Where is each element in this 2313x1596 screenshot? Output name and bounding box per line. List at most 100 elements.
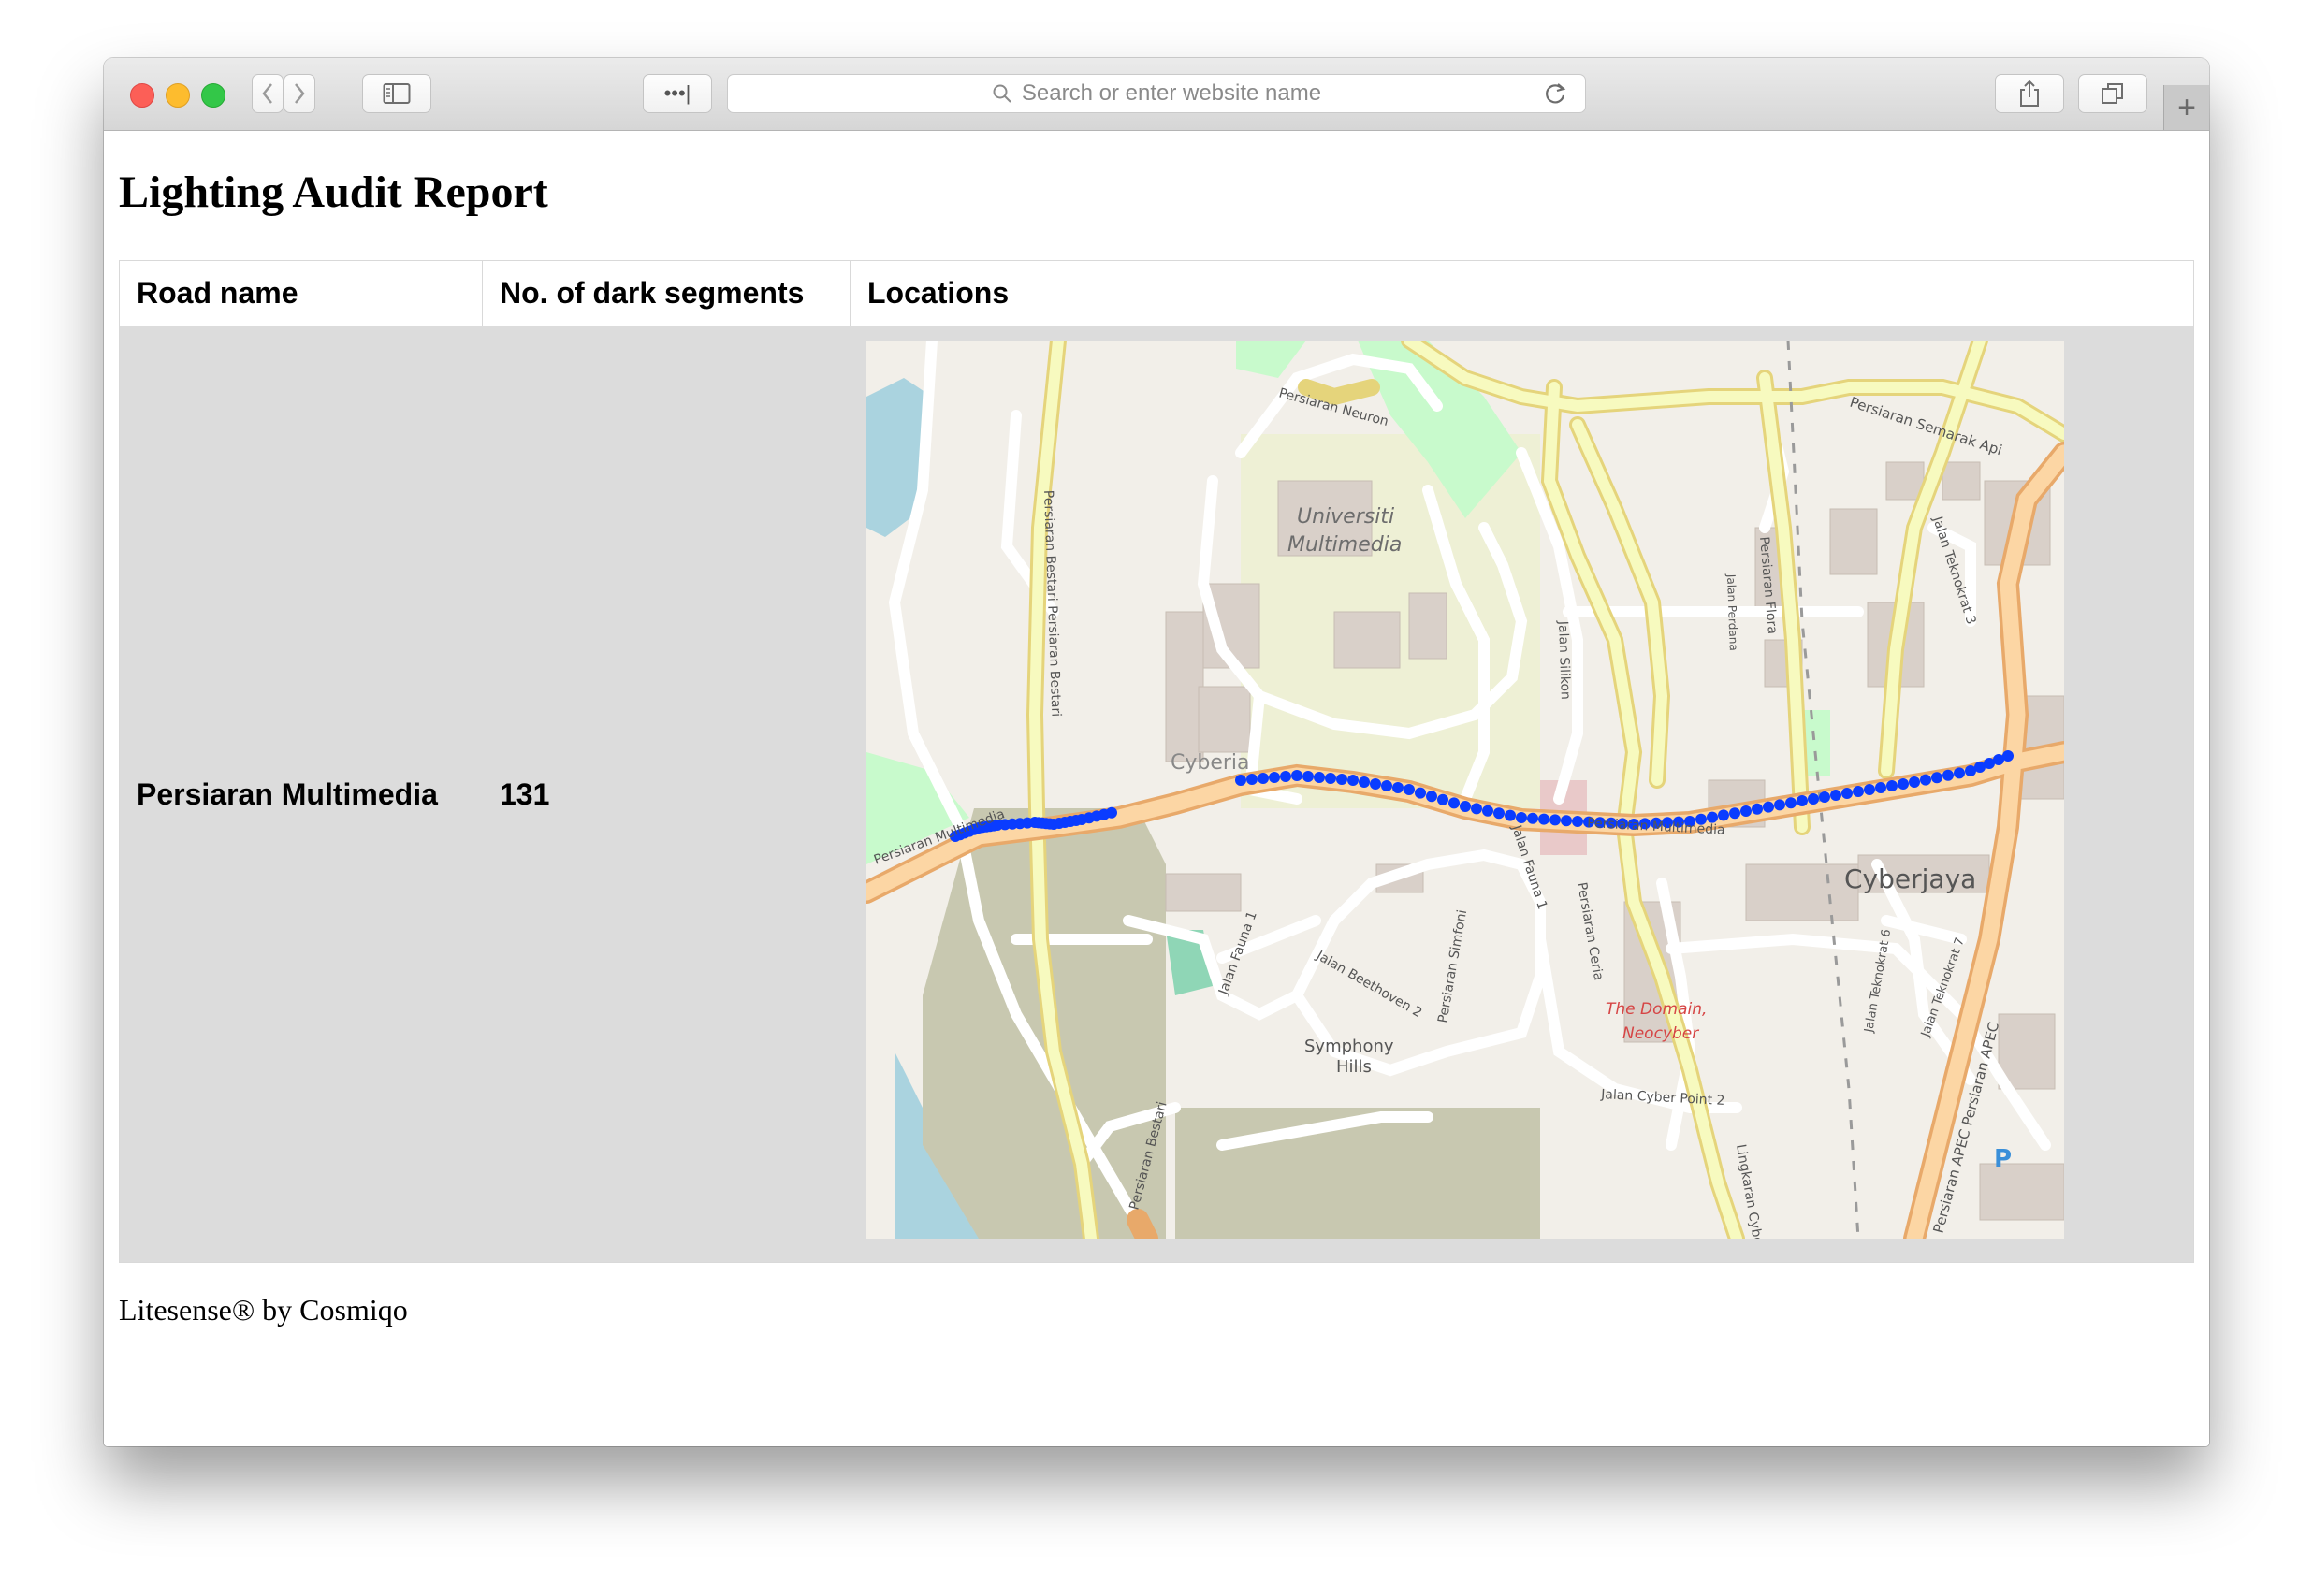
dark-segment-marker: [1280, 771, 1291, 782]
label-multimedia: Multimedia: [1287, 533, 1402, 557]
sidebar-button[interactable]: [362, 74, 431, 113]
dark-segment-marker: [1291, 770, 1302, 781]
dark-segment-marker: [1370, 778, 1381, 790]
plus-icon: +: [2177, 89, 2196, 125]
dark-segment-marker: [1898, 778, 1909, 790]
label-domain2: Neocyber: [1622, 1024, 1699, 1043]
dark-segment-marker: [1808, 793, 1819, 805]
browser-window: •••| Search or enter website name + Ligh…: [104, 58, 2209, 1446]
dark-segment-marker: [1258, 773, 1269, 784]
dark-segment-marker: [1235, 775, 1246, 786]
header-road-name: Road name: [120, 261, 483, 326]
label-parking: P: [1994, 1145, 2012, 1173]
dark-segment-marker: [1909, 776, 1920, 788]
dark-segment-marker: [1426, 791, 1437, 803]
dark-segment-marker: [1538, 813, 1549, 825]
dots-icon: •••|: [663, 81, 691, 105]
reader-dots-button[interactable]: •••|: [643, 74, 712, 113]
dark-segment-marker: [1707, 811, 1718, 823]
dark-segment-marker: [1752, 803, 1763, 815]
search-icon: [993, 84, 1011, 103]
dark-segment-marker: [1527, 812, 1538, 824]
dark-segment-marker: [1830, 790, 1841, 801]
table-header-row: Road name No. of dark segments Locations: [120, 261, 2193, 326]
reload-icon[interactable]: [1544, 80, 1568, 107]
browser-toolbar: •••| Search or enter website name +: [104, 58, 2209, 131]
label-domain1: The Domain,: [1606, 1000, 1707, 1019]
dark-segment-marker: [1505, 809, 1516, 821]
minimize-window-button[interactable]: [166, 83, 190, 108]
share-icon: [2020, 80, 2039, 107]
dark-segment-marker: [1493, 807, 1505, 820]
dark-segment-marker: [1942, 769, 1954, 781]
dark-segment-marker: [1471, 803, 1482, 815]
dark-segment-marker: [1841, 788, 1853, 799]
dark-segment-marker: [1359, 776, 1370, 788]
dark-segment-marker: [1482, 805, 1493, 817]
dark-segment-marker: [1875, 782, 1886, 793]
header-dark-segments: No. of dark segments: [483, 261, 851, 326]
address-placeholder: Search or enter website name: [1021, 80, 1322, 106]
dark-segment-marker: [1336, 774, 1347, 785]
page-title: Lighting Audit Report: [119, 167, 548, 217]
dark-segment-marker: [1718, 809, 1729, 821]
dark-segment-marker: [1269, 772, 1280, 783]
dark-segment-marker: [1572, 816, 1583, 827]
label-cyberia: Cyberia: [1171, 751, 1250, 775]
dark-segment-marker: [1774, 799, 1785, 811]
label-hills: Hills: [1336, 1057, 1372, 1077]
dark-segment-marker: [1864, 784, 1875, 795]
close-window-button[interactable]: [130, 83, 154, 108]
dark-segment-marker: [1448, 797, 1460, 809]
chevron-right-icon: [295, 83, 305, 104]
sidebar-icon: [383, 83, 411, 104]
label-cyberjaya: Cyberjaya: [1844, 863, 1976, 894]
dark-segment-marker: [1561, 815, 1572, 827]
footer-credit: Litesense® by Cosmiqo: [119, 1293, 408, 1327]
cell-road-name: Persiaran Multimedia: [137, 776, 438, 811]
dark-segment-marker: [1302, 771, 1314, 782]
share-button[interactable]: [1995, 74, 2064, 113]
label-universiti: Universiti: [1297, 505, 1394, 529]
dark-segment-marker: [1729, 807, 1740, 820]
address-bar[interactable]: Search or enter website name: [727, 74, 1586, 113]
dark-segment-marker: [1392, 782, 1404, 793]
wood-area: [1175, 1108, 1540, 1239]
dark-segment-marker: [1549, 814, 1561, 826]
dark-segment-marker: [1460, 801, 1471, 812]
dark-segment-marker: [1106, 806, 1117, 819]
dark-segment-marker: [1763, 801, 1774, 813]
road-map[interactable]: Persiaran Neuron Universiti Multimedia P…: [866, 341, 2064, 1239]
dark-segment-marker: [1347, 775, 1359, 786]
dark-segment-marker: [1437, 793, 1448, 805]
tabs-overview-button[interactable]: [2078, 74, 2147, 113]
dark-segment-marker: [1931, 772, 1942, 784]
dark-segment-marker: [1415, 787, 1426, 799]
tabs-icon: [2102, 83, 2123, 104]
dark-segment-marker: [1381, 780, 1392, 791]
dark-segment-marker: [1325, 773, 1336, 784]
dark-segment-marker: [1797, 795, 1808, 806]
label-symphony: Symphony: [1304, 1037, 1394, 1056]
zoom-window-button[interactable]: [201, 83, 225, 108]
dark-segment-marker: [1246, 774, 1258, 785]
dark-segment-marker: [1853, 786, 1864, 797]
header-locations: Locations: [867, 276, 1010, 310]
chevron-left-icon: [262, 83, 272, 104]
dark-segment-marker: [1314, 772, 1325, 783]
dark-segment-marker: [1954, 767, 1965, 779]
page-content: Lighting Audit Report Road name No. of d…: [104, 131, 2209, 1446]
label-silikon: Jalan Silikon: [1555, 620, 1573, 701]
dark-segment-marker: [1404, 784, 1415, 795]
dark-segment-marker: [1785, 797, 1797, 809]
dark-segment-marker: [1819, 791, 1830, 803]
dark-segment-marker: [1516, 812, 1527, 823]
dark-segment-marker: [1920, 774, 1931, 786]
cell-dark-segments: 131: [500, 776, 550, 811]
dark-segment-marker: [2002, 750, 2014, 762]
back-button[interactable]: [252, 74, 284, 113]
dark-segment-marker: [1886, 780, 1898, 791]
label-perdana: Jalan Perdana: [1724, 573, 1740, 651]
new-tab-button[interactable]: +: [2163, 85, 2209, 130]
forward-button[interactable]: [284, 74, 315, 113]
